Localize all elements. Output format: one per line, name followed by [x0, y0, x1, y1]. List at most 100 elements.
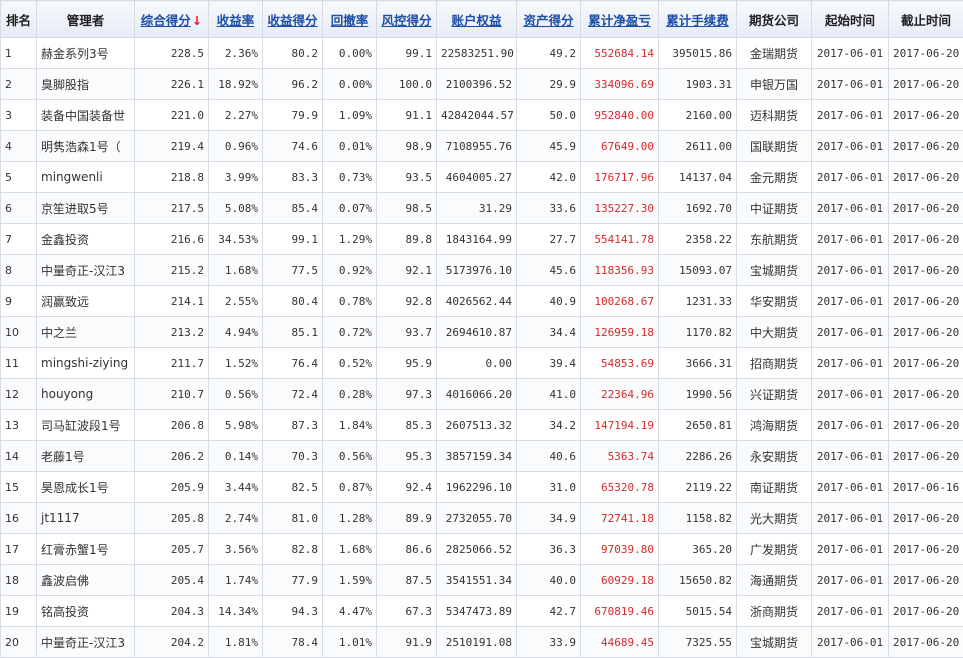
manager-cell: 装备中国装备世 [37, 100, 135, 131]
sort-return-score-link[interactable]: 收益得分 [267, 13, 317, 28]
asset-score-cell: 34.9 [517, 503, 581, 534]
drawdown-cell: 0.00% [323, 69, 377, 100]
start-date-cell: 2017-06-01 [812, 131, 889, 162]
sort-composite-link[interactable]: 综合得分 [141, 13, 191, 28]
sort-net-pnl-link[interactable]: 累计净盈亏 [588, 13, 651, 28]
net-pnl-cell: 65320.78 [581, 472, 659, 503]
col-net-pnl-header[interactable]: 累计净盈亏 [581, 1, 659, 38]
drawdown-cell: 1.28% [323, 503, 377, 534]
table-row: 9润赢致远214.12.55%80.40.78%92.84026562.4440… [1, 286, 963, 317]
equity-cell: 4026562.44 [437, 286, 517, 317]
return-score-cell: 82.5 [263, 472, 323, 503]
net-pnl-cell: 22364.96 [581, 379, 659, 410]
composite-score-cell: 206.8 [135, 410, 209, 441]
drawdown-cell: 0.78% [323, 286, 377, 317]
end-date-cell: 2017-06-20 [889, 224, 963, 255]
sort-risk-score-link[interactable]: 风控得分 [381, 13, 431, 28]
table-row: 13司马缸波段1号206.85.98%87.31.84%85.32607513.… [1, 410, 963, 441]
composite-score-cell: 205.4 [135, 565, 209, 596]
return-rate-cell: 1.81% [209, 627, 263, 658]
asset-score-cell: 42.7 [517, 596, 581, 627]
equity-cell: 7108955.76 [437, 131, 517, 162]
col-composite-header[interactable]: 综合得分↓ [135, 1, 209, 38]
equity-cell: 1962296.10 [437, 472, 517, 503]
net-pnl-cell: 54853.69 [581, 348, 659, 379]
equity-cell: 4604005.27 [437, 162, 517, 193]
col-risk-score-header[interactable]: 风控得分 [377, 1, 437, 38]
end-date-cell: 2017-06-20 [889, 627, 963, 658]
return-score-cell: 83.3 [263, 162, 323, 193]
composite-score-cell: 216.6 [135, 224, 209, 255]
start-date-cell: 2017-06-01 [812, 100, 889, 131]
table-row: 12houyong210.70.56%72.40.28%97.34016066.… [1, 379, 963, 410]
net-pnl-cell: 67649.00 [581, 131, 659, 162]
return-rate-cell: 3.56% [209, 534, 263, 565]
return-rate-cell: 4.94% [209, 317, 263, 348]
sort-equity-link[interactable]: 账户权益 [451, 13, 501, 28]
end-date-cell: 2017-06-20 [889, 100, 963, 131]
header-row: 排名 管理者 综合得分↓ 收益率 收益得分 回撤率 风控得分 账户权益 资产得分… [1, 1, 963, 38]
broker-cell: 东航期货 [737, 224, 812, 255]
rank-cell: 4 [1, 131, 37, 162]
equity-cell: 2732055.70 [437, 503, 517, 534]
drawdown-cell: 0.56% [323, 441, 377, 472]
broker-cell: 浙商期货 [737, 596, 812, 627]
col-return-score-header[interactable]: 收益得分 [263, 1, 323, 38]
equity-cell: 42842044.57 [437, 100, 517, 131]
composite-score-cell: 211.7 [135, 348, 209, 379]
risk-score-cell: 97.3 [377, 379, 437, 410]
manager-cell: 润赢致远 [37, 286, 135, 317]
asset-score-cell: 34.4 [517, 317, 581, 348]
risk-score-cell: 100.0 [377, 69, 437, 100]
broker-cell: 金瑞期货 [737, 38, 812, 69]
composite-score-cell: 226.1 [135, 69, 209, 100]
equity-cell: 22583251.90 [437, 38, 517, 69]
col-drawdown-header[interactable]: 回撤率 [323, 1, 377, 38]
rank-cell: 8 [1, 255, 37, 286]
broker-cell: 华安期货 [737, 286, 812, 317]
broker-cell: 国联期货 [737, 131, 812, 162]
risk-score-cell: 87.5 [377, 565, 437, 596]
fees-cell: 1692.70 [659, 193, 737, 224]
net-pnl-cell: 554141.78 [581, 224, 659, 255]
return-rate-cell: 0.96% [209, 131, 263, 162]
col-equity-header[interactable]: 账户权益 [437, 1, 517, 38]
equity-cell: 3541551.34 [437, 565, 517, 596]
drawdown-cell: 0.92% [323, 255, 377, 286]
drawdown-cell: 1.68% [323, 534, 377, 565]
col-fees-header[interactable]: 累计手续费 [659, 1, 737, 38]
risk-score-cell: 92.4 [377, 472, 437, 503]
equity-cell: 4016066.20 [437, 379, 517, 410]
sort-drawdown-link[interactable]: 回撤率 [331, 13, 369, 28]
start-date-cell: 2017-06-01 [812, 162, 889, 193]
col-asset-score-header[interactable]: 资产得分 [517, 1, 581, 38]
composite-score-cell: 205.9 [135, 472, 209, 503]
col-return-rate-header[interactable]: 收益率 [209, 1, 263, 38]
return-score-cell: 72.4 [263, 379, 323, 410]
col-rank-header: 排名 [1, 1, 37, 38]
rank-cell: 2 [1, 69, 37, 100]
sort-fees-link[interactable]: 累计手续费 [666, 13, 729, 28]
asset-score-cell: 34.2 [517, 410, 581, 441]
return-score-cell: 99.1 [263, 224, 323, 255]
risk-score-cell: 85.3 [377, 410, 437, 441]
end-date-cell: 2017-06-20 [889, 379, 963, 410]
manager-cell: 中之兰 [37, 317, 135, 348]
broker-cell: 申银万国 [737, 69, 812, 100]
fees-cell: 2650.81 [659, 410, 737, 441]
rank-cell: 12 [1, 379, 37, 410]
net-pnl-cell: 670819.46 [581, 596, 659, 627]
sort-desc-icon: ↓ [192, 13, 202, 28]
risk-score-cell: 67.3 [377, 596, 437, 627]
end-date-cell: 2017-06-20 [889, 162, 963, 193]
return-rate-cell: 3.44% [209, 472, 263, 503]
sort-return-rate-link[interactable]: 收益率 [217, 13, 255, 28]
manager-cell: 鑫波启佛 [37, 565, 135, 596]
sort-asset-score-link[interactable]: 资产得分 [523, 13, 573, 28]
return-rate-cell: 2.27% [209, 100, 263, 131]
fees-cell: 2611.00 [659, 131, 737, 162]
risk-score-cell: 98.9 [377, 131, 437, 162]
risk-score-cell: 93.5 [377, 162, 437, 193]
end-date-cell: 2017-06-20 [889, 255, 963, 286]
return-score-cell: 70.3 [263, 441, 323, 472]
